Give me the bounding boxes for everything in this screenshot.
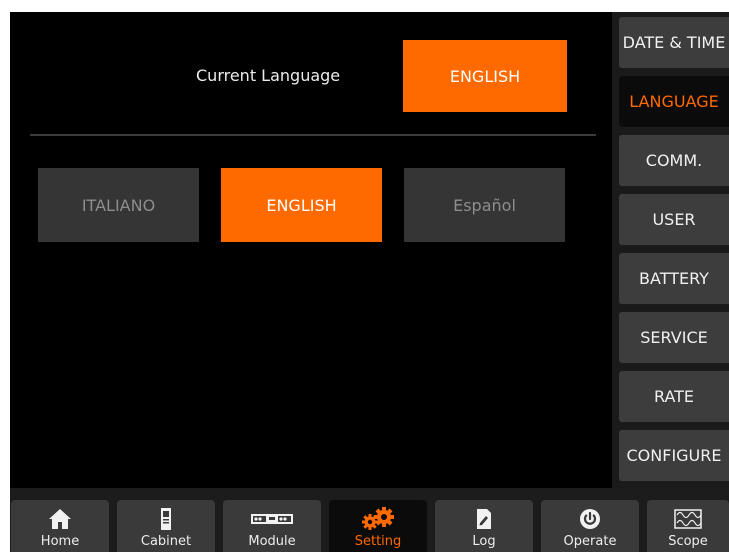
module-icon — [251, 506, 293, 532]
nav-home-button[interactable]: Home — [11, 500, 109, 552]
nav-operate-button[interactable]: Operate — [541, 500, 639, 552]
nav-scope-button[interactable]: Scope — [647, 500, 729, 552]
nav-cabinet-label: Cabinet — [140, 534, 192, 549]
sidebar-item-battery[interactable]: BATTERY — [618, 252, 729, 305]
nav-setting-label: Setting — [354, 534, 402, 549]
home-icon — [48, 506, 72, 532]
sidebar-item-service[interactable]: SERVICE — [618, 311, 729, 364]
nav-operate-label: Operate — [563, 534, 617, 549]
current-language-label: Current Language — [196, 66, 341, 85]
divider — [30, 134, 596, 136]
nav-setting-button[interactable]: Setting — [329, 500, 427, 552]
nav-scope-label: Scope — [668, 534, 708, 549]
nav-module-button[interactable]: Module — [223, 500, 321, 552]
nav-module-label: Module — [248, 534, 296, 549]
language-option-espanol[interactable]: Español — [404, 168, 565, 242]
language-option-english[interactable]: ENGLISH — [221, 168, 382, 242]
sidebar-item-rate[interactable]: RATE — [618, 370, 729, 423]
nav-cabinet-button[interactable]: Cabinet — [117, 500, 215, 552]
nav-log-label: Log — [472, 534, 496, 549]
ups-screen: Current Language ENGLISH ITALIANO ENGLIS… — [10, 12, 729, 552]
log-icon — [476, 506, 492, 532]
current-language-value: ENGLISH — [403, 40, 567, 112]
settings-sidebar: DATE & TIME LANGUAGE COMM. USER BATTERY … — [612, 12, 729, 488]
cabinet-icon — [160, 506, 172, 532]
language-option-italiano[interactable]: ITALIANO — [38, 168, 199, 242]
language-settings-panel: Current Language ENGLISH ITALIANO ENGLIS… — [10, 12, 612, 488]
gears-icon — [361, 506, 395, 532]
sidebar-item-date-time[interactable]: DATE & TIME — [618, 16, 729, 69]
scope-icon — [674, 506, 702, 532]
nav-home-label: Home — [40, 534, 80, 549]
nav-log-button[interactable]: Log — [435, 500, 533, 552]
sidebar-item-comm[interactable]: COMM. — [618, 134, 729, 187]
power-icon — [579, 506, 601, 532]
sidebar-item-configure[interactable]: CONFIGURE — [618, 429, 729, 482]
bottom-nav: Home Cabinet Module Setting Log Operate … — [10, 488, 729, 552]
sidebar-item-language[interactable]: LANGUAGE — [618, 75, 729, 128]
sidebar-item-user[interactable]: USER — [618, 193, 729, 246]
